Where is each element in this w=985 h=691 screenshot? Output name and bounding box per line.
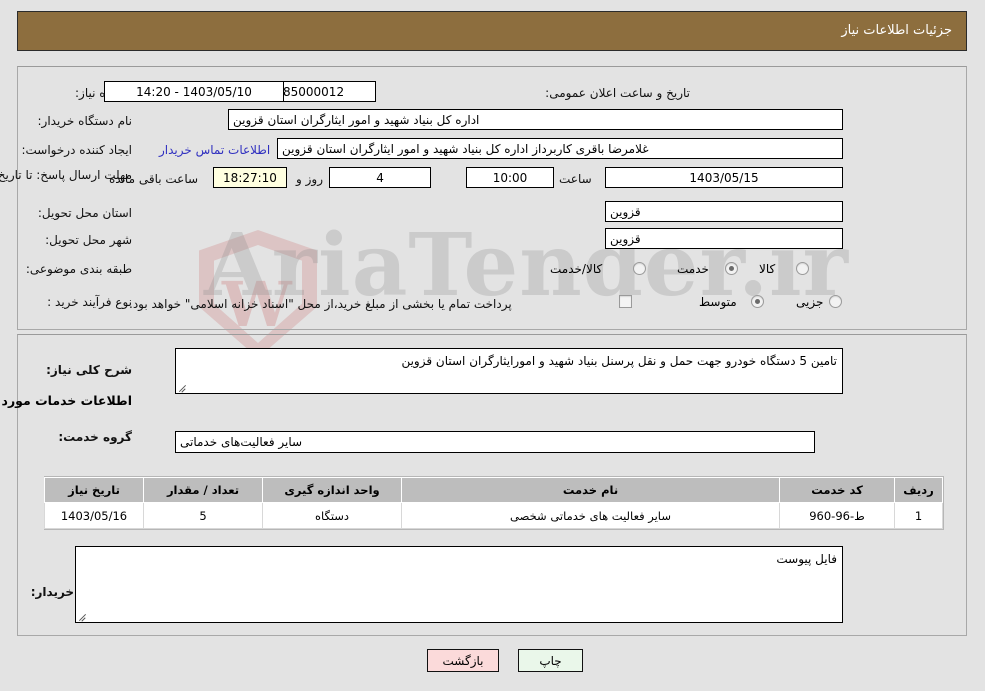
page-header-bar: جزئیات اطلاعات نیاز xyxy=(18,11,968,51)
buyer-notes-resize-grip-icon[interactable] xyxy=(79,611,89,621)
col-qty: تعداد / مقدار xyxy=(144,477,264,503)
deadline-hour-label: ساعت xyxy=(560,172,593,186)
deadline-days-field: 4 xyxy=(330,167,432,188)
category-option-0-label: کالا xyxy=(760,262,777,276)
table-row: 1 ط-96-960 سایر فعالیت های خدماتی شخصی د… xyxy=(45,502,944,529)
category-option-1-label: خدمت xyxy=(678,262,710,276)
category-radio-kala[interactable] xyxy=(797,262,810,275)
resize-grip-icon[interactable] xyxy=(179,382,189,392)
services-section-title: اطلاعات خدمات مورد نیاز xyxy=(0,393,133,408)
general-description-value: تامین 5 دستگاه خودرو جهت حمل و نقل پرسنل… xyxy=(402,354,838,368)
service-group-label: گروه خدمت: xyxy=(59,430,133,444)
cell-qty: 5 xyxy=(144,502,264,529)
general-description-textarea[interactable]: تامین 5 دستگاه خودرو جهت حمل و نقل پرسنل… xyxy=(176,348,844,394)
buyer-notes-value: فایل پیوست xyxy=(777,552,838,566)
category-radio-kala-khedmat[interactable] xyxy=(634,262,647,275)
col-radif: ردیف xyxy=(895,477,944,503)
cell-code: ط-96-960 xyxy=(780,502,896,529)
cell-name: سایر فعالیت های خدماتی شخصی xyxy=(402,502,781,529)
islamic-treasury-note: پرداخت تمام یا بخشی از مبلغ خرید،از محل … xyxy=(130,297,513,311)
requester-label: ایجاد کننده درخواست: xyxy=(22,143,133,157)
services-table-container: ردیف کد خدمت نام خدمت واحد اندازه گیری ت… xyxy=(45,476,945,530)
col-name: نام خدمت xyxy=(402,477,781,503)
buyer-org-field: اداره کل بنیاد شهید و امور ایثارگران است… xyxy=(229,109,844,130)
deadline-days-label: روز و xyxy=(297,172,324,186)
buyer-org-label: نام دستگاه خریدار: xyxy=(38,114,134,128)
col-unit: واحد اندازه گیری xyxy=(263,477,403,503)
deadline-timer-label: ساعت باقی مانده xyxy=(110,172,200,186)
need-info-panel xyxy=(18,66,968,330)
page-root: W AriaTender.ir جزئیات اطلاعات نیاز شمار… xyxy=(0,0,985,691)
delivery-province-field: قزوین xyxy=(606,201,844,222)
service-group-field: سایر فعالیت‌های خدماتی xyxy=(176,431,816,453)
delivery-province-label: استان محل تحویل: xyxy=(38,206,133,220)
purchase-type-option-1-label: متوسط xyxy=(700,295,738,309)
deadline-hour-field: 10:00 xyxy=(467,167,555,188)
deadline-countdown-timer: 18:27:10 xyxy=(214,167,288,188)
buyer-notes-textarea[interactable]: فایل پیوست xyxy=(76,546,844,623)
general-description-label: شرح کلی نیاز: xyxy=(47,363,133,377)
deadline-date-field: 1403/05/15 xyxy=(606,167,844,188)
table-header-row: ردیف کد خدمت نام خدمت واحد اندازه گیری ت… xyxy=(45,477,944,503)
buyer-contact-link[interactable]: اطلاعات تماس خریدار xyxy=(160,143,271,157)
announce-datetime-label: تاریخ و ساعت اعلان عمومی: xyxy=(546,86,691,100)
services-table: ردیف کد خدمت نام خدمت واحد اندازه گیری ت… xyxy=(45,477,944,529)
col-date: تاریخ نیاز xyxy=(45,477,145,503)
delivery-city-field: قزوین xyxy=(606,228,844,249)
purchase-type-label: نوع فرآیند خرید : xyxy=(48,295,133,309)
requester-field: غلامرضا باقری کاربرداز اداره کل بنیاد شه… xyxy=(278,138,844,159)
cell-radif: 1 xyxy=(895,502,944,529)
islamic-treasury-checkbox[interactable] xyxy=(620,295,633,308)
col-code: کد خدمت xyxy=(780,477,896,503)
category-label: طبقه بندی موضوعی: xyxy=(26,262,133,276)
purchase-type-option-0-label: جزیی xyxy=(797,295,825,309)
delivery-city-label: شهر محل تحویل: xyxy=(46,233,133,247)
cell-date: 1403/05/16 xyxy=(45,502,145,529)
purchase-type-radio-motevaset[interactable] xyxy=(752,295,765,308)
category-option-2-label: کالا/خدمت xyxy=(551,262,604,276)
back-button[interactable]: بازگشت xyxy=(428,649,500,672)
purchase-type-radio-jozei[interactable] xyxy=(830,295,843,308)
announce-datetime-field: 1403/05/10 - 14:20 xyxy=(105,81,285,102)
category-radio-khedmat[interactable] xyxy=(726,262,739,275)
cell-unit: دستگاه xyxy=(263,502,403,529)
print-button[interactable]: چاپ xyxy=(519,649,584,672)
page-title: جزئیات اطلاعات نیاز xyxy=(842,23,953,38)
